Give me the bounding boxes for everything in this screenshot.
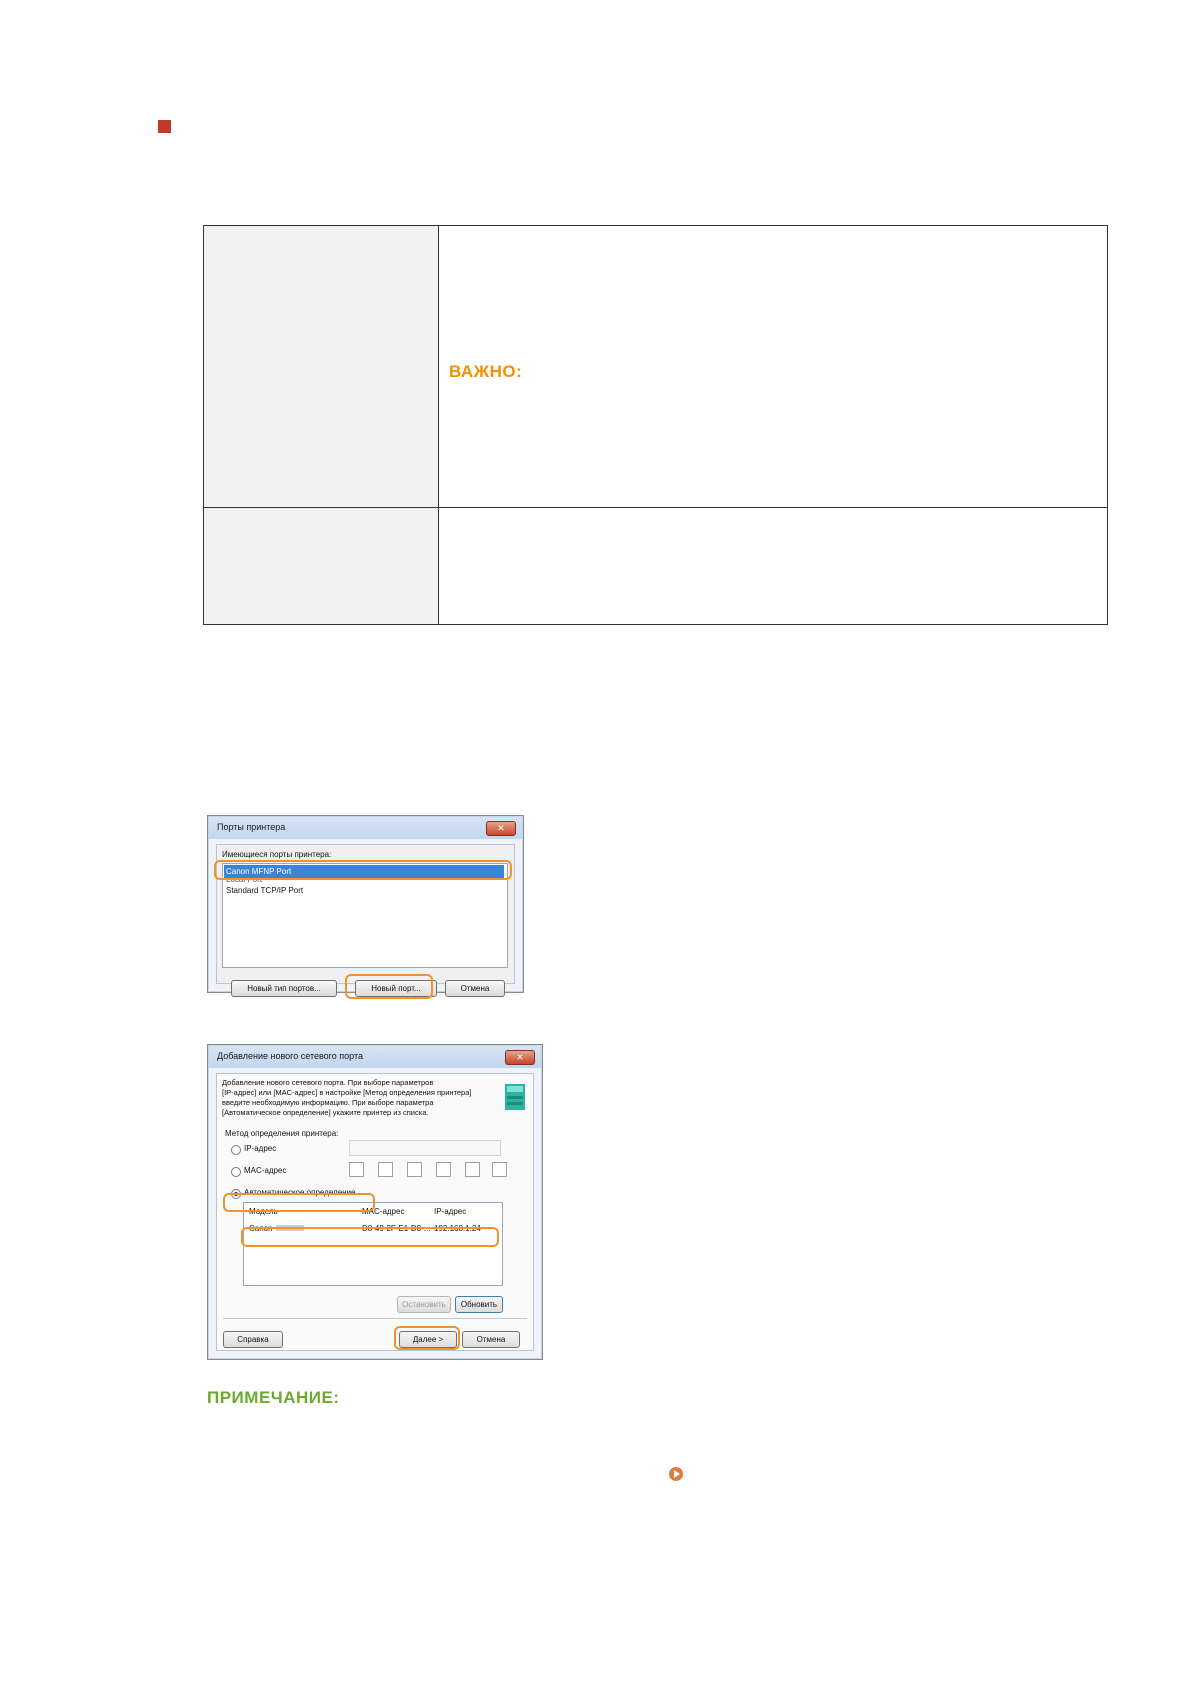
dialog-title: Добавление нового сетевого порта: [217, 1051, 363, 1061]
table-cell-content: ВАЖНО:: [439, 226, 1107, 507]
mac-address-field[interactable]: [492, 1162, 507, 1177]
mac-address-radio[interactable]: [231, 1167, 241, 1177]
add-network-port-dialog: Добавление нового сетевого порта ✕ Добав…: [207, 1044, 543, 1360]
cancel-button[interactable]: Отмена: [445, 980, 505, 997]
note-heading: ПРИМЕЧАНИЕ:: [207, 1388, 340, 1407]
mac-address-field[interactable]: [407, 1162, 422, 1177]
ports-list-label: Имеющиеся порты принтера:: [222, 850, 332, 859]
description-line: введите необходимую информацию. При выбо…: [222, 1098, 434, 1107]
detection-method-label: Метод определения принтера:: [225, 1129, 339, 1138]
mac-address-field[interactable]: [378, 1162, 393, 1177]
printer-ports-dialog: Порты принтера ✕ Имеющиеся порты принтер…: [207, 815, 524, 999]
link-arrow-icon[interactable]: [669, 1467, 683, 1481]
highlight-ring: [241, 1227, 499, 1247]
table-cell-label: [204, 226, 439, 507]
dialog-titlebar: Добавление нового сетевого порта ✕: [209, 1046, 541, 1068]
highlight-ring: [394, 1326, 460, 1350]
cancel-button[interactable]: Отмена: [462, 1331, 520, 1348]
dialog-titlebar: Порты принтера ✕: [209, 817, 522, 839]
close-icon[interactable]: ✕: [505, 1050, 535, 1065]
help-button[interactable]: Справка: [223, 1331, 283, 1348]
dialog-body: Добавление нового сетевого порта. При вы…: [216, 1073, 534, 1351]
mac-address-radio-label: MAC-адрес: [244, 1166, 287, 1175]
dialog-title: Порты принтера: [217, 822, 286, 832]
mac-address-field[interactable]: [436, 1162, 451, 1177]
highlight-ring: [223, 1193, 375, 1212]
ip-address-radio-label: IP-адрес: [244, 1144, 277, 1153]
mac-address-field[interactable]: [465, 1162, 480, 1177]
close-icon[interactable]: ✕: [486, 821, 516, 836]
highlight-ring: [345, 974, 433, 999]
list-item[interactable]: Standard TCP/IP Port: [226, 886, 303, 895]
refresh-button[interactable]: Обновить: [455, 1296, 503, 1313]
table-row: ВАЖНО:: [204, 226, 1107, 508]
important-heading: ВАЖНО:: [449, 362, 523, 381]
section-bullet-icon: [158, 120, 171, 133]
ip-address-radio[interactable]: [231, 1145, 241, 1155]
table-cell-content: [439, 508, 1107, 624]
settings-table: ВАЖНО:: [203, 225, 1108, 625]
printer-icon: [505, 1084, 525, 1110]
new-port-type-button[interactable]: Новый тип портов...: [231, 980, 337, 997]
stop-button[interactable]: Остановить: [397, 1296, 451, 1313]
ip-address-field[interactable]: [349, 1140, 501, 1156]
table-row: [204, 508, 1107, 624]
description-line: [IP-адрес] или [MAC-адрес] в настройке […: [222, 1088, 472, 1097]
table-cell-label: [204, 508, 439, 624]
highlight-ring: [214, 860, 512, 880]
description-line: Добавление нового сетевого порта. При вы…: [222, 1078, 434, 1087]
mac-address-field[interactable]: [349, 1162, 364, 1177]
description-line: [Автоматическое определение] укажите при…: [222, 1108, 429, 1117]
column-header-ip: IP-адрес: [434, 1207, 467, 1216]
divider: [223, 1318, 527, 1319]
